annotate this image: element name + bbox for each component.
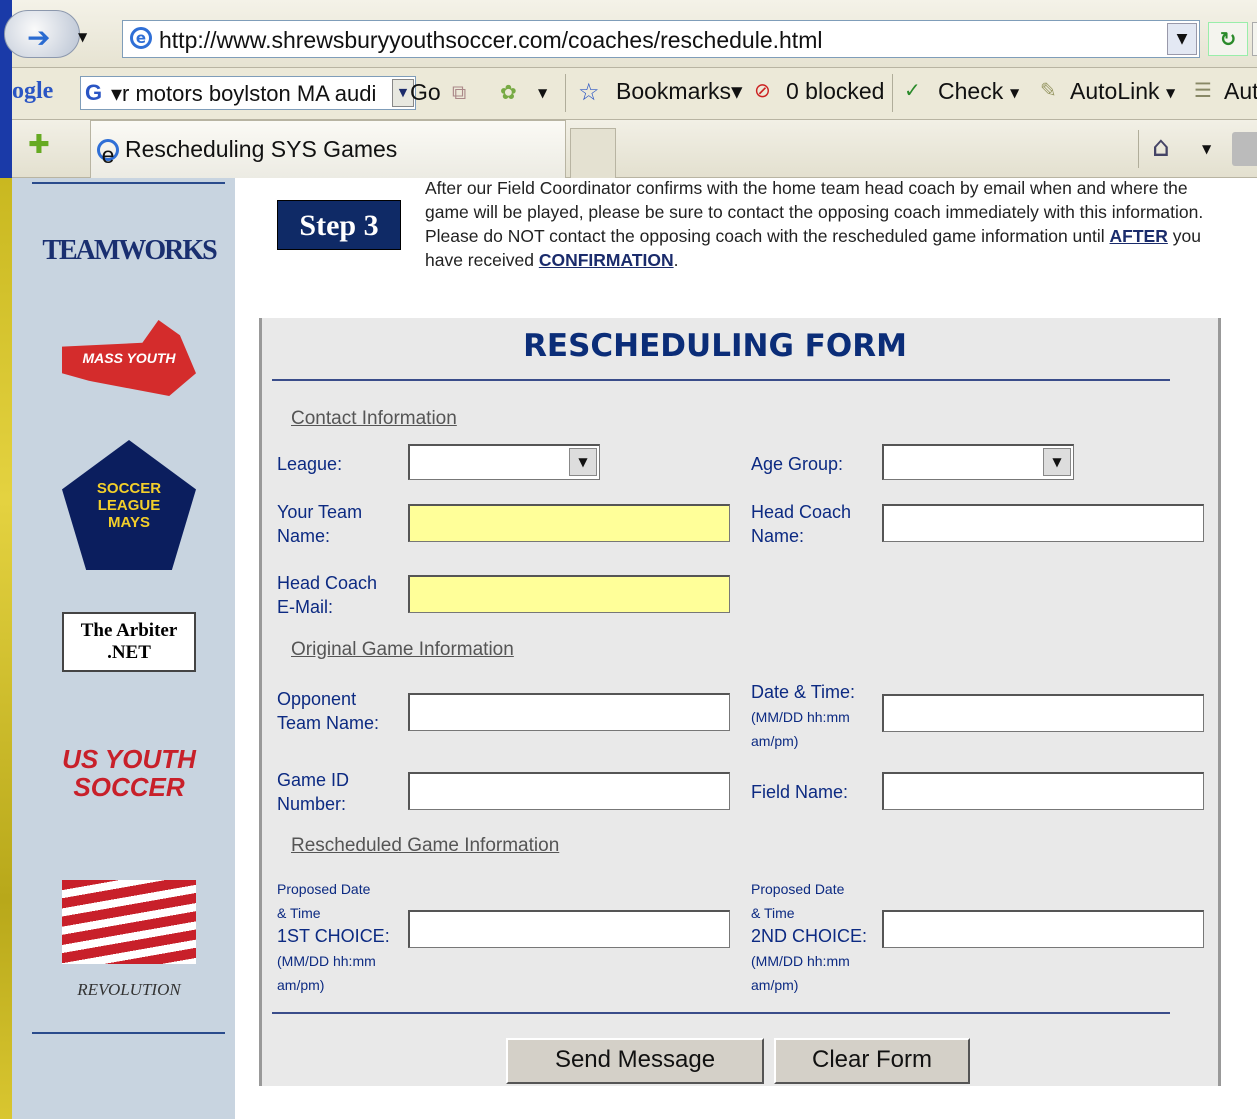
spellcheck-icon: ✓	[904, 78, 921, 102]
original-section-heading: Original Game Information	[291, 639, 514, 660]
address-toolbar: ➔ ▼ e http://www.shrewsburyyouthsoccer.c…	[4, 0, 1257, 68]
tab-ie-icon: e	[97, 139, 119, 168]
date-time-label: Date & Time: (MM/DD hh:mm am/pm)	[751, 682, 856, 749]
opponent-label: Opponent Team Name:	[277, 689, 380, 733]
team-name-input[interactable]	[408, 504, 730, 542]
history-dropdown-icon[interactable]: ▼	[78, 30, 87, 44]
after-emphasis: AFTER	[1109, 226, 1168, 246]
sidebar-divider	[32, 182, 225, 184]
puzzle-icon[interactable]: ✿	[500, 80, 517, 104]
go-refresh-button[interactable]: ↻	[1208, 22, 1248, 56]
news-icon[interactable]: ⧉	[452, 80, 466, 104]
chevron-down-icon: ▼	[1043, 448, 1071, 476]
first-choice-label: Proposed Date & Time 1ST CHOICE: (MM/DD …	[277, 881, 390, 993]
rescheduled-section-heading: Rescheduled Game Information	[291, 835, 560, 856]
send-message-button[interactable]: Send Message	[506, 1038, 764, 1084]
stop-button[interactable]: ✕	[1252, 22, 1257, 56]
us-youth-soccer-logo[interactable]: US YOUTH SOCCER	[62, 718, 196, 828]
second-choice-label: Proposed Date & Time 2ND CHOICE: (MM/DD …	[751, 881, 868, 993]
toolbar-separator	[1138, 130, 1139, 168]
confirmation-emphasis: CONFIRMATION	[538, 250, 674, 270]
arbiter-logo[interactable]: The Arbiter .NET	[62, 612, 196, 672]
back-forward-button[interactable]: ➔	[4, 10, 80, 58]
first-choice-input[interactable]	[408, 910, 730, 948]
contact-section-heading: Contact Information	[291, 408, 457, 429]
rescheduling-form: RESCHEDULING FORM Contact Information Le…	[259, 318, 1221, 1086]
autolink-dropdown-icon[interactable]: ▼	[1166, 86, 1175, 100]
coach-email-input[interactable]	[408, 575, 730, 613]
toolbar-separator	[892, 74, 893, 112]
field-name-label: Field Name:	[751, 782, 849, 802]
active-tab[interactable]: e Rescheduling SYS Games	[90, 120, 566, 178]
window-edge	[0, 0, 12, 1119]
form-title: RESCHEDULING FORM	[523, 328, 907, 364]
coach-email-label: Head Coach E-Mail:	[277, 573, 378, 617]
page-content: Step 3 After our Field Coordinator confi…	[235, 178, 1257, 1119]
bookmarks-menu[interactable]: Bookmarks▾	[616, 78, 743, 105]
address-bar[interactable]: e http://www.shrewsburyyouthsoccer.com/c…	[122, 20, 1200, 58]
check-button[interactable]: Check	[938, 78, 1003, 105]
feeds-icon[interactable]	[1232, 132, 1257, 166]
autofill-icon: ☰	[1194, 78, 1212, 102]
ie-page-icon: e	[130, 27, 152, 49]
google-g-icon: G	[85, 80, 103, 105]
toolbar-separator	[565, 74, 566, 112]
google-logo[interactable]: ogle	[12, 78, 53, 105]
blocked-count[interactable]: 0 blocked	[786, 78, 884, 105]
form-divider	[272, 1012, 1170, 1014]
opponent-input[interactable]	[408, 693, 730, 731]
step-badge: Step 3	[277, 200, 401, 250]
check-dropdown-icon[interactable]: ▼	[1010, 86, 1019, 100]
autolink-button[interactable]: AutoLink	[1070, 78, 1160, 105]
home-dropdown-icon[interactable]: ▼	[1202, 142, 1211, 156]
league-select[interactable]: ▼	[408, 444, 600, 480]
second-choice-input[interactable]	[882, 910, 1204, 948]
head-coach-label: Head Coach Name:	[751, 502, 852, 546]
google-search-text: ▾r motors boylston MA audi	[111, 81, 377, 106]
new-tab-button[interactable]	[570, 128, 616, 178]
field-name-input[interactable]	[882, 772, 1204, 810]
mass-youth-logo[interactable]: MASS YOUTH	[62, 320, 196, 396]
address-dropdown-icon[interactable]: ▼	[1167, 23, 1197, 55]
age-group-label: Age Group:	[751, 454, 844, 474]
add-favorite-icon[interactable]: ✚	[28, 130, 50, 160]
date-time-input[interactable]	[882, 694, 1204, 732]
home-icon[interactable]: ⌂	[1152, 130, 1170, 163]
tab-title: Rescheduling SYS Games	[125, 136, 398, 162]
sidebar: TEAMWORKS MASS YOUTH SOCCER LEAGUE MAYS …	[12, 178, 235, 1119]
game-id-label: Game ID Number:	[277, 770, 350, 814]
puzzle-dropdown-icon[interactable]: ▼	[538, 86, 547, 100]
clear-form-button[interactable]: Clear Form	[774, 1038, 970, 1084]
forward-arrow-icon: ➔	[27, 21, 51, 54]
google-go-button[interactable]: Go	[410, 79, 441, 106]
star-icon: ☆	[578, 78, 600, 106]
age-group-select[interactable]: ▼	[882, 444, 1074, 480]
form-divider	[272, 379, 1170, 381]
step-instructions: After our Field Coordinator confirms wit…	[425, 178, 1204, 270]
popup-blocker-icon: ⊘	[754, 78, 771, 102]
teamworks-logo[interactable]: TEAMWORKS	[42, 216, 217, 286]
autofill-button[interactable]: Aut	[1224, 78, 1257, 105]
tab-bar: ✚ e Rescheduling SYS Games ⌂ ▼	[12, 120, 1257, 178]
revolution-logo[interactable]: REVOLUTION	[62, 880, 196, 1000]
team-name-label: Your Team Name:	[277, 502, 363, 546]
google-search-input[interactable]: G ▾r motors boylston MA audi	[80, 76, 416, 110]
address-url: http://www.shrewsburyyouthsoccer.com/coa…	[159, 27, 823, 53]
autolink-icon: ✎	[1040, 78, 1057, 102]
sidebar-divider	[32, 1032, 225, 1034]
chevron-down-icon: ▼	[569, 448, 597, 476]
head-coach-input[interactable]	[882, 504, 1204, 542]
league-label: League:	[277, 454, 343, 474]
mays-soccer-league-logo[interactable]: SOCCER LEAGUE MAYS	[62, 440, 196, 570]
game-id-input[interactable]	[408, 772, 730, 810]
google-toolbar: ogle G ▾r motors boylston MA audi ▼ Go ⧉…	[12, 68, 1257, 120]
